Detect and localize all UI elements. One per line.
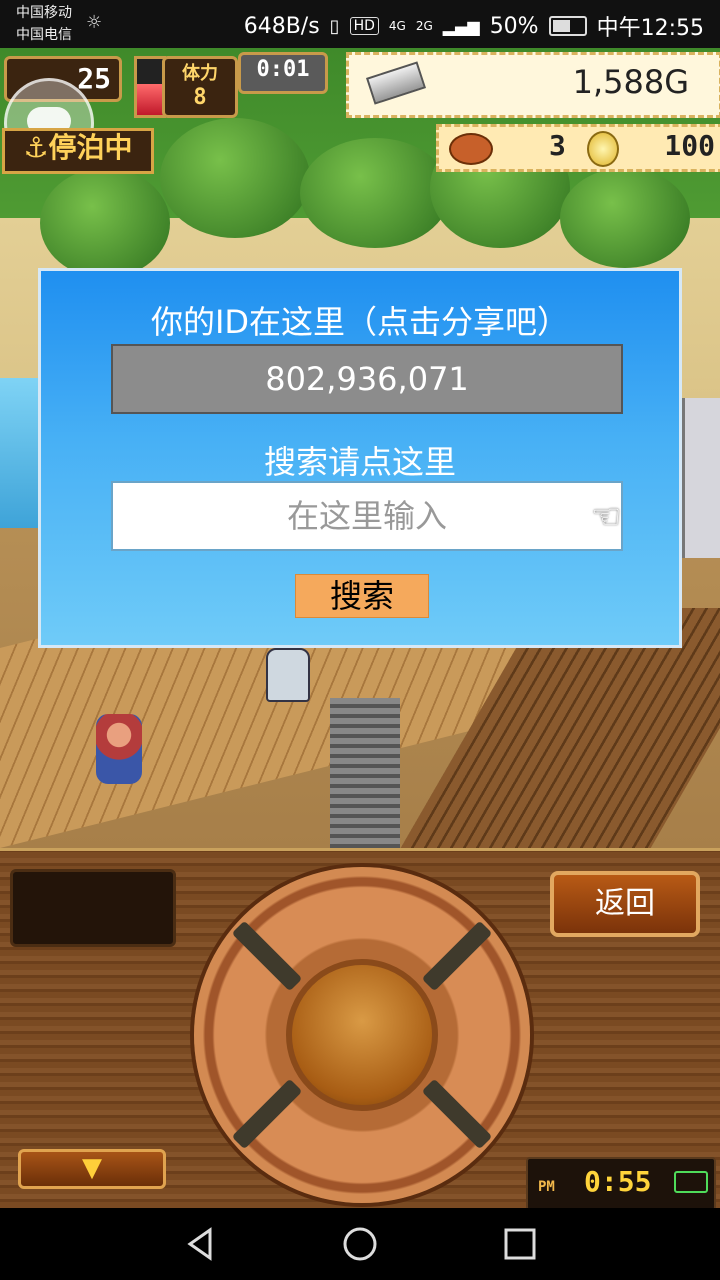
mini-screen: [10, 869, 176, 947]
battery-percent: 50%: [489, 13, 539, 39]
level-value: 25: [77, 62, 111, 95]
ship-hull: [682, 398, 720, 558]
navigation-bar: [0, 1208, 720, 1280]
tree: [560, 168, 690, 268]
arrow-down-icon: ▼: [82, 1153, 102, 1183]
back-nav-icon[interactable]: [182, 1226, 218, 1262]
id-title[interactable]: 你的ID在这里（点击分享吧）: [41, 297, 679, 343]
status-bar: 中国移动 中国电信 ☼ 648B/s ▯ HD 4G 2G ▂▄▆ 50% 中午…: [0, 0, 720, 48]
carrier-2: 中国电信: [16, 27, 72, 43]
item-count: 3: [549, 129, 566, 162]
brightness-icon: ☼: [86, 12, 103, 33]
gold-panel: 1,588G: [346, 52, 720, 118]
fish-icon: [449, 133, 493, 165]
carrier-1: 中国移动: [16, 5, 72, 21]
network-4g-icon: 4G: [388, 19, 406, 33]
search-title: 搜索请点这里: [263, 443, 456, 481]
docked-status-label: 停泊中: [48, 131, 133, 164]
search-input[interactable]: 在这里输入: [111, 481, 623, 551]
network-2g-icon: 2G: [415, 19, 433, 33]
stamina-panel: 体力 8: [162, 56, 238, 118]
silver-bar-icon: [365, 61, 427, 105]
battery-icon: [548, 16, 587, 36]
docked-status-tag: ⚓停泊中: [2, 128, 154, 174]
medal-count: 100: [664, 129, 715, 162]
tree: [40, 168, 170, 278]
stamina-value: 8: [193, 85, 207, 110]
pointing-hand-icon: ☜: [591, 497, 622, 537]
recents-nav-icon[interactable]: [502, 1226, 538, 1262]
back-button[interactable]: 返回: [550, 871, 700, 937]
battery-game-icon: [674, 1171, 708, 1193]
dpad-center-button[interactable]: [286, 959, 438, 1111]
medal-icon: [587, 131, 619, 167]
dpad-divider: [421, 920, 493, 992]
clock-time: 中午12:55: [596, 16, 704, 41]
tree: [160, 118, 310, 238]
dpad-divider: [231, 1078, 303, 1150]
viking-character[interactable]: [96, 714, 142, 784]
items-panel: 3 100: [436, 124, 720, 172]
vibrate-icon: ▯: [329, 15, 340, 37]
friend-id-dialog: 你的ID在这里（点击分享吧） 802,936,071 搜索请点这里 在这里输入 …: [38, 268, 682, 648]
menu-down-button[interactable]: ▼: [18, 1149, 166, 1189]
status-right: 648B/s ▯ HD 4G 2G ▂▄▆ 50% 中午12:55: [244, 10, 704, 42]
net-speed: 648B/s: [243, 13, 320, 39]
knight-character[interactable]: [266, 648, 310, 702]
clock-prefix: PM: [538, 1179, 555, 1195]
timer-value: 0:01: [256, 57, 310, 82]
timer-panel: 0:01: [238, 52, 328, 94]
dpad-divider: [231, 920, 303, 992]
gold-amount: 1,588G: [572, 63, 689, 101]
home-nav-icon[interactable]: [342, 1226, 378, 1262]
dpad[interactable]: [194, 867, 530, 1203]
ladder: [330, 698, 400, 848]
control-panel: 返回 ▼ PM 0:55: [0, 848, 720, 1211]
game-clock: PM 0:55: [526, 1157, 716, 1211]
clock-time-value: 0:55: [584, 1165, 652, 1198]
hd-icon: HD: [349, 17, 379, 35]
search-button[interactable]: 搜索: [295, 574, 429, 618]
player-id-box[interactable]: 802,936,071: [111, 344, 623, 414]
stamina-label: 体力: [182, 63, 218, 84]
anchor-icon: ⚓: [23, 131, 49, 164]
dpad-divider: [421, 1078, 493, 1150]
signal-icon: ▂▄▆: [442, 16, 480, 36]
tree: [300, 138, 450, 248]
